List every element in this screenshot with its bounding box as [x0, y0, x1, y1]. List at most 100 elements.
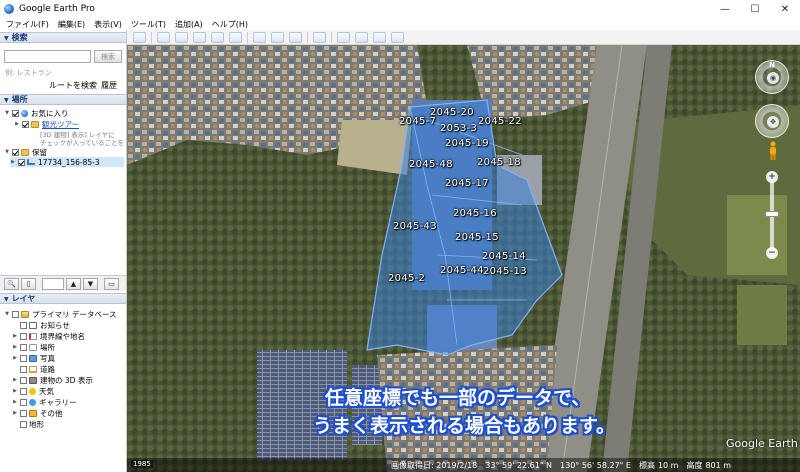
menu-view[interactable]: 表示(V) — [94, 19, 122, 30]
menu-tools[interactable]: ツール(T) — [131, 19, 166, 30]
places-filter-input[interactable] — [42, 278, 64, 290]
tree-item-selected-path[interactable]: ▶ 17734_156-85-3 — [10, 157, 124, 167]
toolbar-separator — [307, 31, 308, 43]
layer-checkbox[interactable] — [20, 376, 27, 384]
expand-arrow-icon[interactable]: ▼ — [4, 149, 10, 155]
layer-checkbox[interactable] — [20, 321, 27, 329]
menu-edit[interactable]: 編集(E) — [58, 19, 85, 30]
places-nav-bar: 🔍 ▯ ▲ ▼ ▭ — [0, 275, 126, 291]
move-up-button[interactable]: ▲ — [66, 278, 81, 290]
image-overlay-icon[interactable] — [211, 31, 224, 43]
expand-arrow-icon[interactable]: ▼ — [4, 311, 10, 317]
planet-icon[interactable] — [289, 31, 302, 43]
parcel-label: 2045-13 — [483, 266, 527, 277]
layer-checkbox[interactable] — [20, 332, 27, 340]
sunlight-icon[interactable] — [271, 31, 284, 43]
layer-checkbox[interactable] — [20, 365, 27, 373]
add-placemark-icon[interactable] — [157, 31, 170, 43]
expand-arrow-icon[interactable]: ▶ — [12, 388, 18, 394]
view-in-maps-icon[interactable] — [391, 31, 404, 43]
minimize-button[interactable]: — — [710, 0, 740, 18]
tree-item-tour[interactable]: ▶ 観光ツアー — [14, 119, 79, 129]
panel-toggle-button[interactable]: ▯ — [21, 278, 36, 290]
maximize-button[interactable]: ☐ — [740, 0, 770, 18]
add-folder-button[interactable]: ▭ — [104, 278, 119, 290]
historical-year-indicator[interactable]: 1985 — [131, 460, 153, 468]
tour-checkbox[interactable] — [22, 120, 29, 128]
expand-arrow-icon[interactable]: ▶ — [12, 344, 18, 350]
favorites-checkbox[interactable] — [12, 109, 19, 117]
tree-item-favorites[interactable]: ▼ お気に入り — [4, 108, 68, 118]
expand-arrow-icon[interactable]: ▶ — [12, 377, 18, 383]
expand-arrow-icon[interactable]: ▶ — [12, 333, 18, 339]
sidebar-toggle-icon[interactable] — [133, 31, 146, 43]
eye-icon[interactable]: ◉ — [767, 72, 779, 84]
parcel-label: 2045-22 — [478, 116, 522, 127]
expand-arrow-icon[interactable]: ▶ — [12, 355, 18, 361]
hand-icon[interactable]: ✥ — [767, 116, 779, 128]
layer-checkbox[interactable] — [20, 409, 27, 417]
places-section-header[interactable]: ▼ 場所 — [0, 94, 126, 105]
layer-item-gallery[interactable]: ▶ ギャラリー — [12, 397, 76, 407]
layer-checkbox[interactable] — [12, 310, 19, 318]
ruler-icon[interactable] — [313, 31, 326, 43]
expand-arrow-icon[interactable]: ▶ — [14, 121, 20, 127]
layer-checkbox[interactable] — [20, 398, 27, 406]
tree-item-saved[interactable]: ▼ 保留 — [4, 147, 47, 157]
layer-item-3d-buildings[interactable]: ▶ 建物の 3D 表示 — [12, 375, 93, 385]
title-bar: Google Earth Pro — ☐ ✕ — [0, 0, 800, 18]
expand-arrow-icon[interactable]: ▶ — [12, 399, 18, 405]
layer-checkbox[interactable] — [20, 354, 27, 362]
layer-item-borders[interactable]: ▶ 境界線や地名 — [12, 331, 85, 341]
layer-item-photos[interactable]: ▶ 写真 — [12, 353, 55, 363]
close-button[interactable]: ✕ — [770, 0, 800, 18]
layer-checkbox[interactable] — [20, 343, 27, 351]
parcel-label: 2045-17 — [445, 178, 489, 189]
road-icon — [29, 365, 37, 373]
move-down-button[interactable]: ▼ — [83, 278, 98, 290]
border-icon — [29, 332, 37, 340]
layer-item-roads[interactable]: 道路 — [12, 364, 55, 374]
item-checkbox[interactable] — [18, 158, 25, 166]
layer-item-places[interactable]: ▶ 場所 — [12, 342, 55, 352]
parcel-label: 2045-20 — [430, 107, 474, 118]
layer-checkbox[interactable] — [20, 387, 27, 395]
parcel-label: 2045-14 — [482, 251, 526, 262]
expand-arrow-icon[interactable]: ▼ — [4, 110, 10, 116]
layer-primary-database[interactable]: ▼ プライマリ データベース — [4, 309, 116, 319]
window-title: Google Earth Pro — [19, 4, 95, 14]
map-view[interactable]: 2045-20 2045-7 2053-3 2045-22 2045-19 20… — [127, 45, 800, 472]
layer-item-other[interactable]: ▶ その他 — [12, 408, 62, 418]
look-around-control[interactable]: N ◉ — [755, 60, 789, 94]
longitude-readout: 130° 56' 58.27" E — [560, 460, 631, 470]
menu-help[interactable]: ヘルプ(H) — [212, 19, 248, 30]
collapse-arrow-icon: ▼ — [4, 97, 9, 104]
record-tour-icon[interactable] — [229, 31, 242, 43]
add-path-icon[interactable] — [193, 31, 206, 43]
zoom-out-button[interactable]: − — [766, 247, 778, 259]
email-icon[interactable] — [337, 31, 350, 43]
saved-checkbox[interactable] — [12, 148, 19, 156]
layer-checkbox[interactable] — [20, 420, 27, 428]
menu-add[interactable]: 追加(A) — [175, 19, 203, 30]
menu-file[interactable]: ファイル(F) — [6, 19, 49, 30]
add-polygon-icon[interactable] — [175, 31, 188, 43]
history-link[interactable]: 履歴 — [101, 80, 117, 91]
expand-arrow-icon[interactable]: ▶ — [12, 410, 18, 416]
expand-arrow-icon[interactable]: ▶ — [10, 159, 16, 165]
zoom-slider-handle[interactable] — [765, 211, 779, 217]
search-input[interactable] — [4, 50, 91, 63]
save-image-icon[interactable] — [373, 31, 386, 43]
layer-item-weather[interactable]: ▶ 天気 — [12, 386, 54, 396]
print-icon[interactable] — [355, 31, 368, 43]
layers-section-header[interactable]: ▼ レイヤ — [0, 293, 126, 304]
search-button[interactable]: 検索 — [94, 50, 122, 63]
move-control[interactable]: ✥ — [755, 104, 789, 138]
route-search-link[interactable]: ルートを検索 — [49, 80, 97, 91]
layer-item-terrain[interactable]: 地形 — [12, 419, 44, 429]
street-view-pegman-icon[interactable] — [768, 141, 778, 161]
search-places-button[interactable]: 🔍 — [4, 278, 19, 290]
historical-imagery-icon[interactable] — [253, 31, 266, 43]
search-section-header[interactable]: ▼ 検索 — [0, 32, 126, 43]
layer-item-notice[interactable]: お知らせ — [12, 320, 70, 330]
